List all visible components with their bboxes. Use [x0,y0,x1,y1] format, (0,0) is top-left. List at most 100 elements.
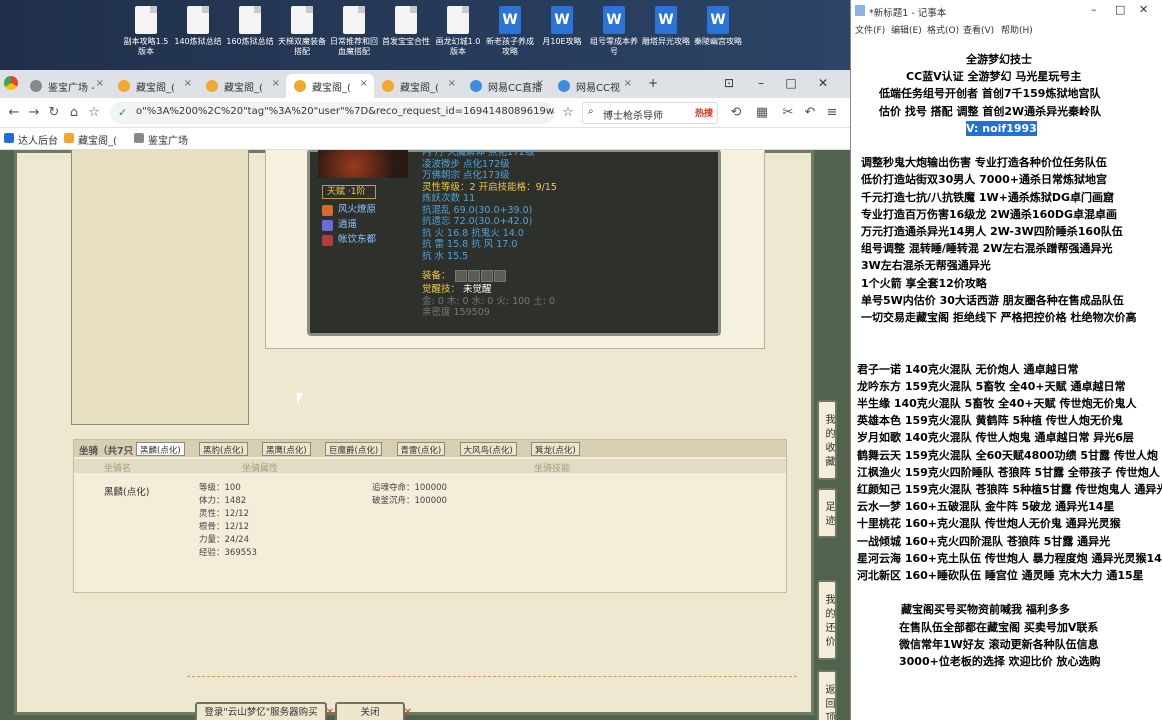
desktop-file-icon[interactable]: W 秦陵幽宫攻略 [692,6,744,47]
undo-icon[interactable]: ↶ [800,103,820,123]
tab-count-icon[interactable]: ⊡ [716,72,742,94]
notepad-maximize-button[interactable]: □ [1115,3,1125,16]
bookmark-item[interactable]: 藏宝阁_( [64,132,117,147]
bookmark-item[interactable]: 鉴宝广场 [134,132,188,147]
pet-image [318,150,408,178]
equip-slot[interactable] [454,270,467,282]
mount-skill-line: 破釜沉舟：100000 [372,496,447,506]
tab-close-icon[interactable]: × [448,78,456,89]
notepad-line: 3W左右混杀无帮强通异光 [861,259,991,273]
favorite-icon[interactable]: ☆ [558,103,578,123]
desktop-file-icon[interactable]: 副本攻略1.5版本 [120,6,172,57]
tab-close-icon[interactable]: × [96,78,104,89]
equip-slot[interactable] [480,270,493,282]
browser-tab[interactable]: 鉴宝广场 - × [22,74,110,98]
equip-slot[interactable] [467,270,480,282]
notepad-line: 1个火箭 享全套12价攻略 [861,276,987,290]
forward-icon[interactable]: → [24,103,44,123]
tab-close-icon[interactable]: × [536,78,544,89]
talent-item[interactable]: 帐饮东都 [322,234,376,246]
close-button[interactable]: 关闭 ✕ [335,702,412,720]
cut-icon[interactable]: ✂ [778,103,798,123]
desktop-file-icon[interactable]: 画龙幻城1.0版本 [432,6,484,57]
refresh-icon[interactable]: ↻ [44,103,64,123]
desktop-file-icon[interactable]: 日常推荐和回血魔搭配 [328,6,380,57]
mount-tab[interactable]: 黑鹰(点化) [262,442,311,456]
bookmark-icon [64,133,74,143]
notepad-icon [855,5,865,16]
desktop-file-label: 160炼狱总结 [226,37,274,46]
bookmark-label: 鉴宝广场 [148,136,188,147]
tab-close-icon[interactable]: × [624,78,632,89]
browser-tab[interactable]: 藏宝阁_(× [374,74,462,98]
desktop-file-icon[interactable]: 天梯双魔装备搭配 [276,6,328,57]
extension-icon[interactable]: ⟲ [726,103,746,123]
pet-stat-line: 灵性等级：2 开启技能格：9/15 [422,181,557,193]
browser-tab[interactable]: 藏宝阁_(× [110,74,198,98]
notepad-menu-item[interactable]: 帮助(H) [1001,23,1033,36]
desktop-file-label: 日常推荐和回血魔搭配 [330,37,378,56]
mount-tab[interactable]: 青雷(点化) [396,442,446,456]
maximize-button[interactable]: □ [778,72,804,94]
notepad-menu-item[interactable]: 查看(V) [963,23,994,36]
mount-tab[interactable]: 黑豹(点化) [199,442,248,456]
secure-icon: ✓ [118,106,128,119]
desktop-file-icon[interactable]: W 组号零成本养号 [588,6,640,57]
tab-favicon-icon [118,80,130,92]
notepad-text-area[interactable]: 全游梦幻技士 CC蓝V认证 全游梦幻 马光星玩号主 低端任务组号开创者 首创7千15… [851,40,1162,720]
notepad-line: 星河云海 160+克土队伍 传世炮人 暴力程度炮 通异光灵猴14 [857,551,1162,565]
tab-favicon-icon [470,80,482,92]
browser-tab[interactable]: 藏宝阁_(× [198,74,286,98]
browser-tab[interactable]: 网易CC直播 × [462,74,550,98]
browser-tab[interactable]: 网易CC视 × [550,74,638,98]
minimize-button[interactable]: – [748,72,774,94]
desktop-file-icon[interactable]: 160炼狱总结 [224,6,276,47]
menu-icon[interactable]: ≡ [822,103,842,123]
character-image-panel [71,150,249,425]
awaken-label: 觉醒技： [422,284,461,295]
browser-window: + ⊡ – □ ✕ 鉴宝广场 - × 藏宝阁_(× 藏宝阁_(× 藏宝阁_(× 藏宝阁_(… [0,70,850,720]
mount-tab[interactable]: 箕龙(点化) [531,442,580,456]
desktop-file-icon[interactable]: 首发宝宝合性 [380,6,432,47]
tab-close-icon[interactable]: × [184,78,192,89]
my-bargain-button[interactable]: 我的还价 [817,580,837,660]
mount-skill-line: 追魂夺命：100000 [372,483,447,493]
desktop-file-icon[interactable]: W 新老孩子养成攻略 [484,6,536,57]
desktop-file-icon[interactable]: 140炼狱总结 [172,6,224,47]
login-server-button[interactable]: 登录"云山梦忆"服务器购买 ✕ [195,702,334,720]
close-window-button[interactable]: ✕ [810,72,836,94]
mount-title: 坐骑（共7只 [79,446,134,457]
back-to-top-button[interactable]: 返回顶部 [817,670,837,720]
notepad-menu-item[interactable]: 格式(O) [927,23,959,36]
bookmark-item[interactable]: 达人后台 [4,132,58,147]
bookmark-star-icon[interactable]: ☆ [84,103,104,123]
notepad-line: 微信常年1W好友 滚动更新各种队伍信息 [899,637,1099,651]
equip-row: 装备： [422,270,506,283]
my-favorites-button[interactable]: 我的收藏 [817,400,837,480]
notepad-menu-item[interactable]: 编辑(E) [891,23,922,36]
apps-icon[interactable]: ▦ [752,103,772,123]
talent-item[interactable]: 逍遥 [322,219,357,231]
new-tab-button[interactable]: + [640,72,666,94]
talent-item[interactable]: 风火燎原 [322,204,376,216]
browser-tab[interactable]: 藏宝阁_(× [286,74,374,98]
url-bar[interactable]: ✓ o"%3A%200%2C%20"tag"%3A%20"user"%7D&re… [110,102,555,124]
search-box[interactable]: ⌕ 博士枪杀导师 热搜 [582,102,718,124]
mount-tab[interactable]: 巨魔爵(点化) [325,442,383,456]
tab-close-icon[interactable]: × [272,78,280,89]
desktop-file-icon[interactable]: W 雕塔异光攻略 [640,6,692,47]
mount-tab[interactable]: 大风鸟(点化) [459,442,517,456]
desktop-file-icon[interactable]: W 月10E攻略 [536,6,588,47]
footprint-button[interactable]: 足迹 [817,488,837,538]
notepad-minimize-button[interactable]: – [1091,3,1097,16]
url-text: o"%3A%200%2C%20"tag"%3A%20"user"%7D&reco… [136,106,555,117]
equip-slot[interactable] [493,270,506,282]
back-icon[interactable]: ← [4,103,24,123]
notepad-menu-item[interactable]: 文件(F) [855,23,885,36]
notepad-close-button[interactable]: ✕ [1139,3,1148,16]
home-icon[interactable]: ⌂ [64,103,84,123]
tab-close-icon[interactable]: × [360,78,368,89]
mount-tab[interactable]: 黑麟(点化) [136,442,185,456]
notepad-line: 君子一诺 140克火混队 无价炮人 通卓越日常 [857,362,1079,376]
notepad-line: 龙吟东方 159克火混队 5畜牧 全40+天赋 通卓越日常 [857,379,1126,393]
